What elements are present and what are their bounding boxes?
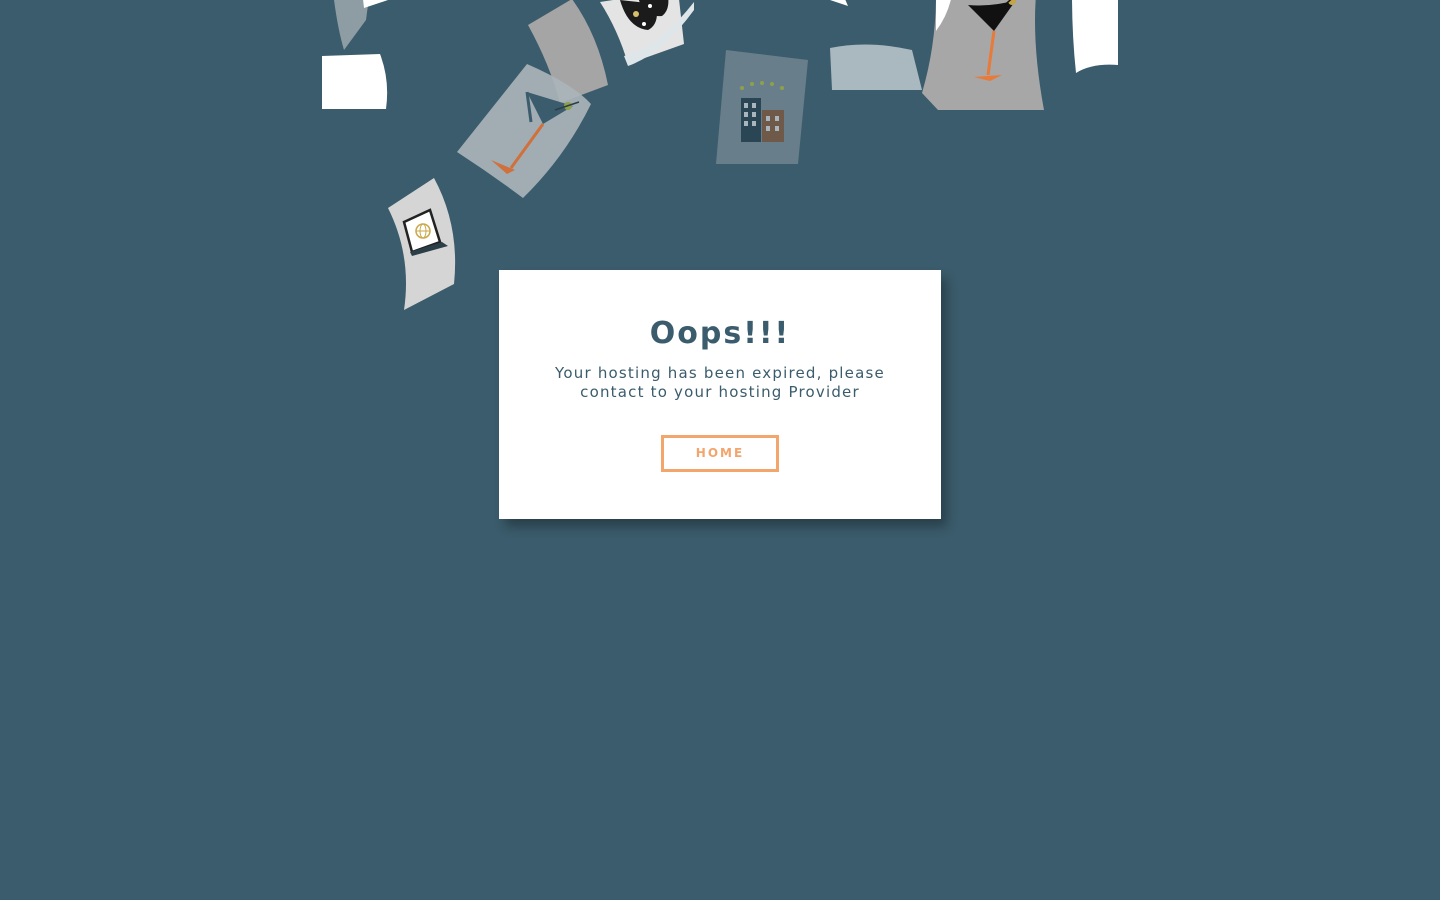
paper-sheet-sunglasses: [598, 0, 698, 80]
error-page: Oops!!! Your hosting has been expired, p…: [0, 0, 1440, 900]
sunglasses-icon: [600, 0, 694, 66]
paper-sheet-5: [1072, 0, 1122, 75]
paper-sheet-martini: [918, 0, 1048, 115]
paper-sheet-4: [828, 0, 928, 92]
paper-sheet-1: [330, 0, 410, 60]
error-card: Oops!!! Your hosting has been expired, p…: [499, 270, 941, 519]
error-message: Your hosting has been expired, please co…: [555, 364, 885, 401]
home-button[interactable]: HOME: [661, 435, 779, 472]
paper-sheet-shape: [322, 54, 388, 109]
paper-sheet-shape: [830, 0, 922, 90]
paper-sheet-laptop: [386, 176, 466, 316]
paper-sheet-shape: [334, 0, 388, 50]
paper-sheet-cocktail: [455, 62, 595, 202]
paper-sheet-shape: [1072, 0, 1118, 73]
error-title: Oops!!!: [649, 316, 791, 351]
building-icon: [716, 50, 808, 164]
paper-sheet-building: [712, 48, 812, 168]
laptop-globe-icon: [388, 178, 456, 310]
cocktail-icon: [457, 64, 591, 198]
paper-sheet-2: [322, 54, 392, 114]
cocktail-icon: [922, 0, 1044, 110]
